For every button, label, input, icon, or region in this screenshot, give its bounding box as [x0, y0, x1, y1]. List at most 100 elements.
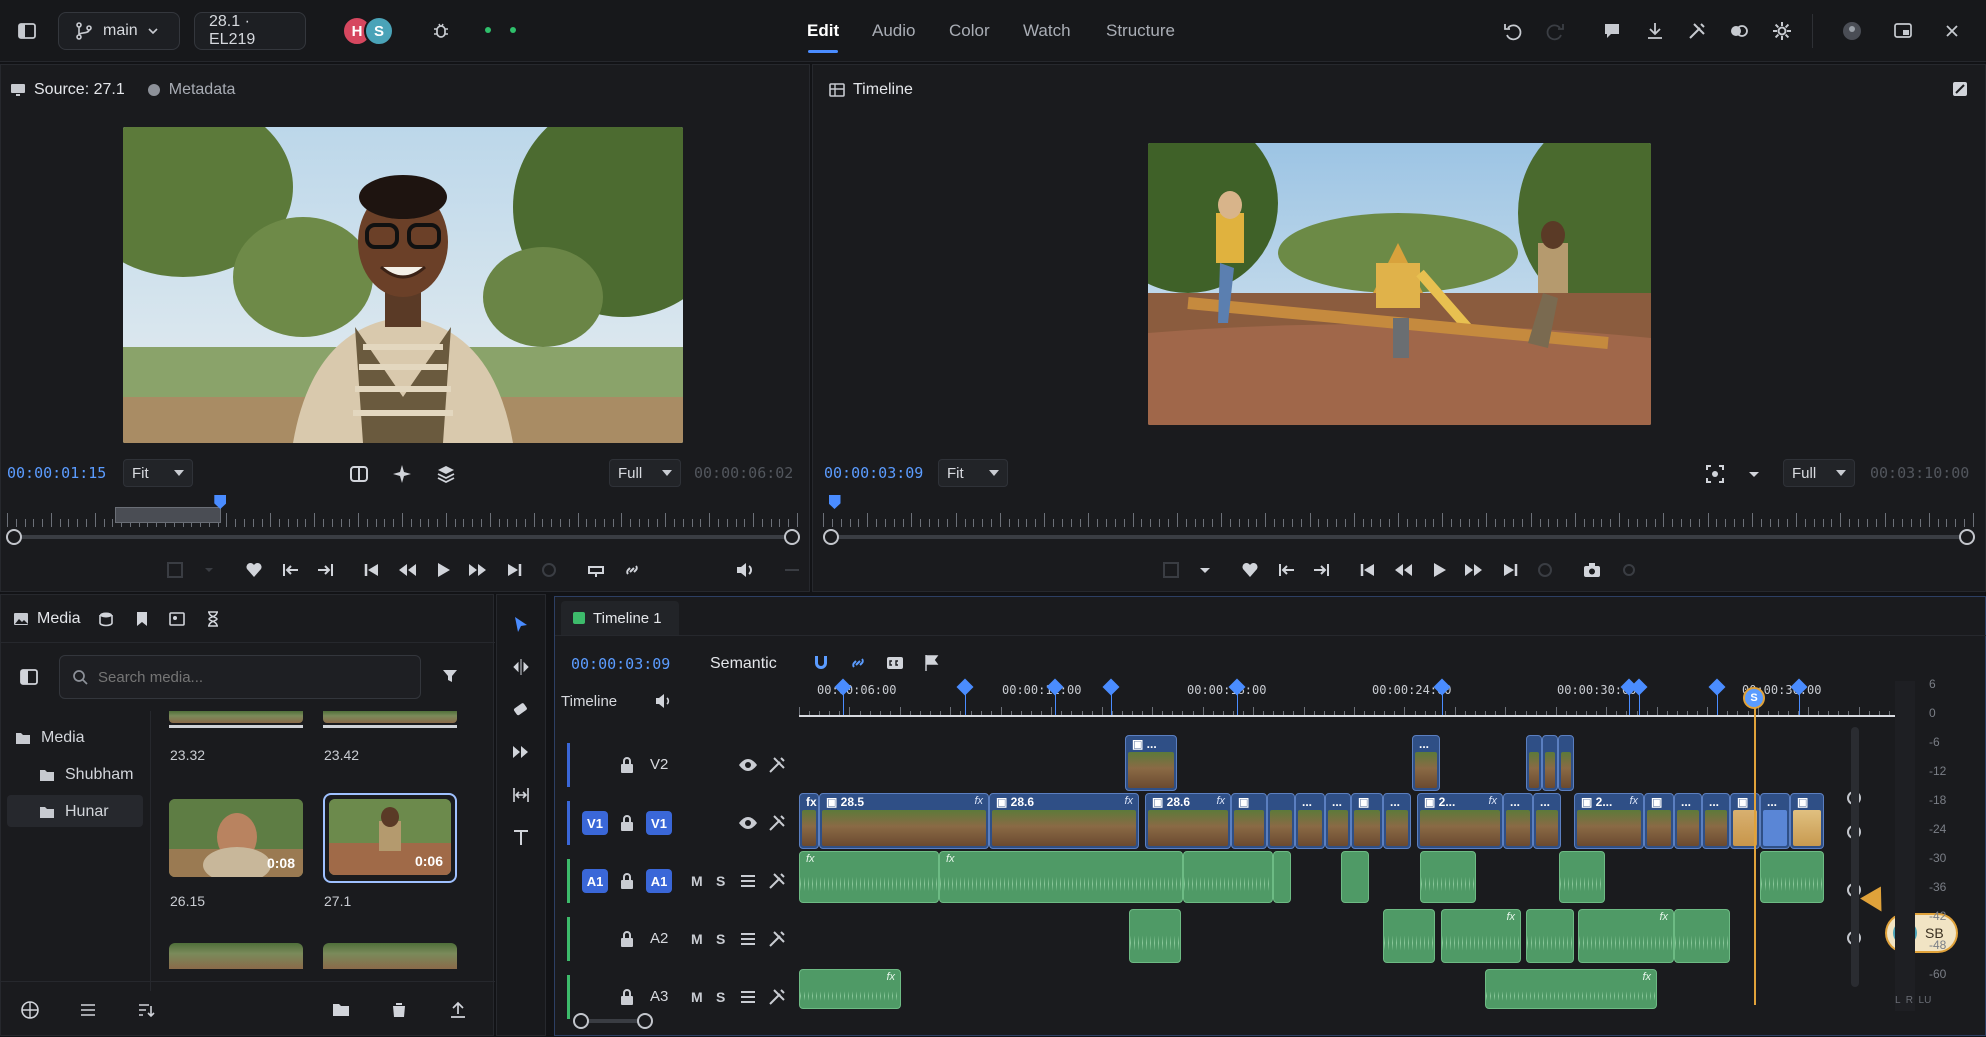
upload-icon[interactable]	[448, 1000, 468, 1020]
video-clip[interactable]: ...	[1760, 793, 1790, 849]
bug-icon[interactable]	[430, 20, 452, 42]
camera-icon[interactable]	[1581, 559, 1603, 581]
search-input[interactable]	[98, 668, 398, 686]
close-icon[interactable]	[1941, 20, 1963, 42]
undo-icon[interactable]	[1502, 20, 1524, 42]
program-video-frame[interactable]	[1148, 143, 1651, 425]
effects-icon[interactable]	[1728, 20, 1750, 42]
zoom-handle-right[interactable]	[1959, 529, 1975, 545]
video-clip[interactable]: ▣ 2... fx	[1574, 793, 1644, 849]
list-view-icon[interactable]	[78, 1000, 98, 1020]
play-icon[interactable]	[432, 559, 454, 581]
audio-clip[interactable]	[1760, 851, 1824, 903]
overwrite-icon[interactable]	[585, 559, 607, 581]
tools-icon[interactable]	[1686, 20, 1708, 42]
zoom-handle-left[interactable]	[573, 1013, 589, 1029]
tab-watch[interactable]: Watch	[1023, 21, 1071, 41]
crop-icon[interactable]	[1160, 559, 1182, 581]
fast-forward-icon[interactable]	[467, 559, 489, 581]
slip-tool-icon[interactable]	[511, 785, 531, 805]
loop-icon[interactable]	[538, 559, 560, 581]
version-badge[interactable]: 28.1 · EL219	[194, 12, 306, 50]
expand-icon[interactable]	[1951, 80, 1969, 98]
program-fit-dropdown[interactable]: Fit	[938, 459, 1008, 487]
ripple-tool-icon[interactable]	[511, 742, 531, 762]
video-clip[interactable]: ▣ 2... fx	[1417, 793, 1503, 849]
audio-clip[interactable]: fx	[1441, 909, 1521, 963]
grid-view-icon[interactable]	[20, 1000, 40, 1020]
video-clip[interactable]: ...	[1674, 793, 1702, 849]
audio-clip[interactable]: fx	[799, 851, 939, 903]
layers-icon[interactable]	[435, 463, 457, 485]
tab-edit[interactable]: Edit	[807, 21, 839, 41]
video-clip[interactable]: ▣ 28.6 fx	[1145, 793, 1231, 849]
video-clip[interactable]: ▣	[1231, 793, 1267, 849]
audio-clip[interactable]	[1420, 851, 1476, 903]
zoom-handle-right[interactable]	[637, 1013, 653, 1029]
panel-toggle-icon[interactable]	[19, 667, 39, 687]
audio-clip[interactable]	[1341, 851, 1369, 903]
play-icon[interactable]	[1428, 559, 1450, 581]
video-clip[interactable]: ▣ 28.6 fx	[989, 793, 1139, 849]
source-timecode[interactable]: 00:00:01:15	[7, 464, 106, 482]
comment-icon[interactable]	[1601, 20, 1623, 42]
source-quality-dropdown[interactable]: Full	[609, 459, 681, 487]
in-out-range[interactable]	[115, 507, 221, 523]
fast-forward-icon[interactable]	[1463, 559, 1485, 581]
tab-structure[interactable]: Structure	[1106, 21, 1175, 41]
video-clip[interactable]	[1526, 735, 1542, 791]
razor-tool-icon[interactable]	[511, 700, 531, 720]
media-clip-thumbnail[interactable]: 0:06	[329, 799, 451, 875]
video-clip[interactable]: ▣	[1790, 793, 1824, 849]
video-clip[interactable]: ▣ ...	[1125, 735, 1177, 791]
zoom-handle-right[interactable]	[784, 529, 800, 545]
branch-selector[interactable]: main	[58, 12, 180, 50]
chevron-down-icon[interactable]	[1743, 463, 1765, 485]
source-zoom-bar[interactable]	[15, 535, 791, 539]
video-clip[interactable]	[1267, 793, 1295, 849]
heart-marker-icon[interactable]	[243, 559, 265, 581]
focus-icon[interactable]	[1704, 463, 1726, 485]
zoom-handle-left[interactable]	[6, 529, 22, 545]
video-clip[interactable]: ...	[1503, 793, 1533, 849]
source-fit-dropdown[interactable]: Fit	[123, 459, 193, 487]
program-ruler[interactable]	[823, 505, 1974, 527]
audio-clip[interactable]: fx	[1485, 969, 1657, 1009]
audio-clip[interactable]	[1273, 851, 1291, 903]
media-clip-thumbnail[interactable]	[323, 943, 457, 969]
mark-out-icon[interactable]	[315, 559, 337, 581]
program-quality-dropdown[interactable]: Full	[1783, 459, 1855, 487]
video-clip[interactable]: ...	[1295, 793, 1325, 849]
download-icon[interactable]	[1644, 20, 1666, 42]
rewind-icon[interactable]	[396, 559, 418, 581]
redo-icon[interactable]	[1544, 20, 1566, 42]
tree-item-media[interactable]: Media	[15, 729, 85, 747]
video-clip[interactable]: ▣	[1644, 793, 1674, 849]
tree-item-shubham[interactable]: Shubham	[39, 766, 134, 784]
heart-marker-icon[interactable]	[1239, 559, 1261, 581]
go-to-end-icon[interactable]	[503, 559, 525, 581]
source-video-frame[interactable]	[123, 127, 683, 443]
audio-clip[interactable]	[1674, 909, 1730, 963]
filter-icon[interactable]	[441, 667, 459, 685]
vertical-scrollbar[interactable]	[1851, 727, 1859, 987]
audio-clip[interactable]	[1559, 851, 1605, 903]
select-tool-icon[interactable]	[511, 615, 531, 635]
mark-in-icon[interactable]	[1275, 559, 1297, 581]
audio-clip[interactable]: fx	[939, 851, 1183, 903]
tab-color[interactable]: Color	[949, 21, 990, 41]
sort-icon[interactable]	[136, 1000, 156, 1020]
audio-clip[interactable]	[1383, 909, 1435, 963]
rewind-icon[interactable]	[1392, 559, 1414, 581]
video-clip[interactable]: ...	[1702, 793, 1730, 849]
text-tool-icon[interactable]	[511, 828, 531, 848]
photo-icon[interactable]	[168, 610, 186, 628]
video-clip[interactable]: ...	[1412, 735, 1440, 791]
video-clip[interactable]: ...	[1533, 793, 1561, 849]
program-zoom-bar[interactable]	[831, 535, 1971, 539]
video-clip[interactable]: ▣	[1351, 793, 1383, 849]
audio-clip[interactable]	[1129, 909, 1181, 963]
audio-clip[interactable]	[1526, 909, 1574, 963]
mark-out-icon[interactable]	[1311, 559, 1333, 581]
trash-icon[interactable]	[389, 1000, 409, 1020]
